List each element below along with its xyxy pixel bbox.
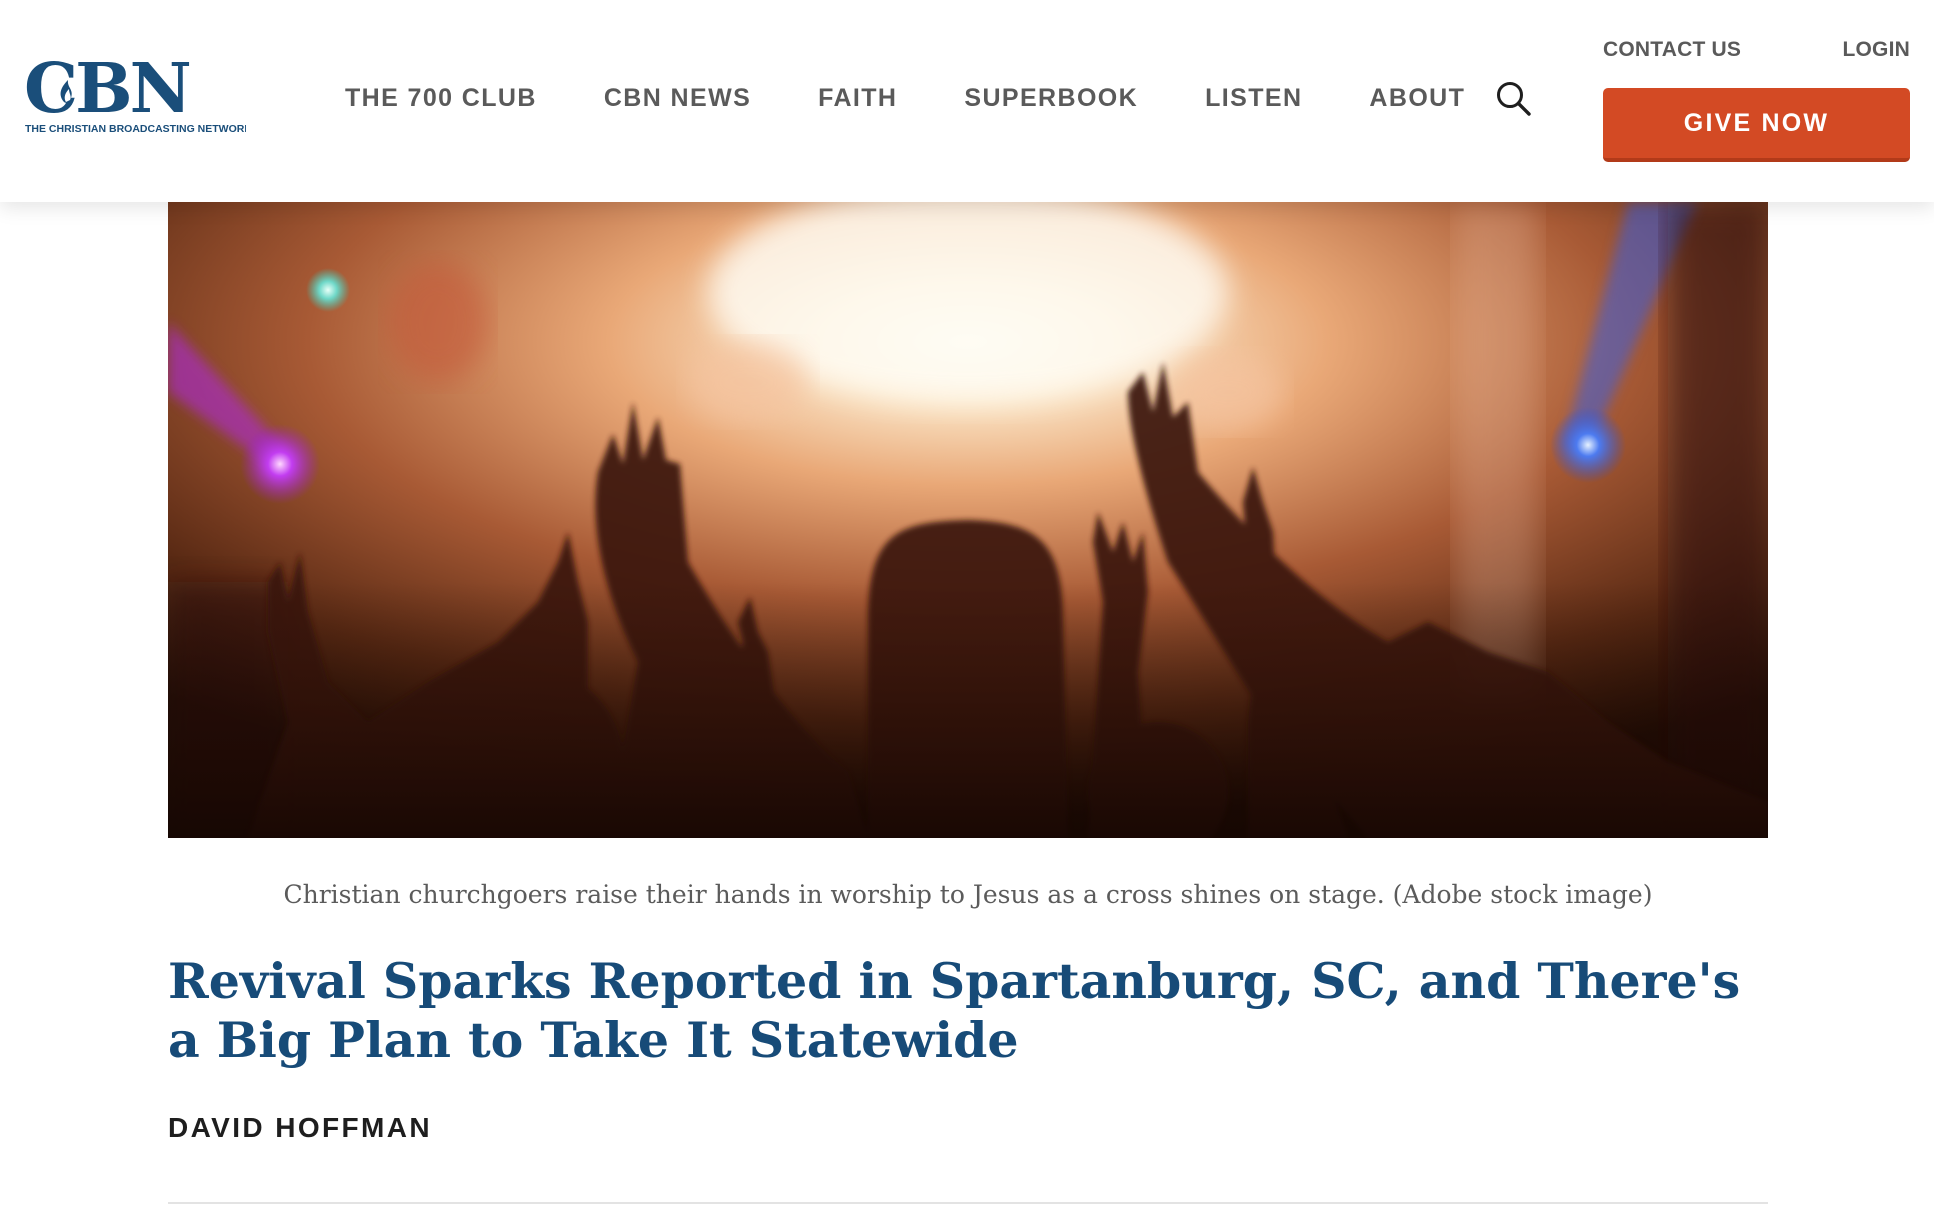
site-header: CBN THE CHRISTIAN BROADCASTING NETWORK T…: [0, 0, 1934, 202]
search-icon: [1497, 82, 1531, 116]
search-button[interactable]: [1495, 80, 1533, 118]
author-byline[interactable]: DAVID HOFFMAN: [168, 1112, 432, 1144]
nav-superbook[interactable]: SUPERBOOK: [964, 84, 1138, 113]
nav-listen[interactable]: LISTEN: [1205, 84, 1302, 113]
main-nav: THE 700 CLUB CBN NEWS FAITH SUPERBOOK LI…: [345, 78, 1465, 118]
nav-the-700-club[interactable]: THE 700 CLUB: [345, 84, 537, 113]
image-caption: Christian churchgoers raise their hands …: [283, 880, 1653, 909]
cbn-logo-mark: CBN THE CHRISTIAN BROADCASTING NETWORK: [24, 58, 246, 135]
logo-wordmark: CBN: [24, 58, 190, 129]
worship-photo: [168, 202, 1768, 838]
nav-about[interactable]: ABOUT: [1369, 84, 1465, 113]
divider: [168, 1202, 1768, 1204]
nav-faith[interactable]: FAITH: [818, 84, 897, 113]
logo-tagline: THE CHRISTIAN BROADCASTING NETWORK: [25, 123, 246, 135]
contact-us-link[interactable]: CONTACT US: [1603, 38, 1741, 62]
give-now-button[interactable]: GIVE NOW: [1603, 88, 1910, 162]
article-headline: Revival Sparks Reported in Spartanburg, …: [168, 952, 1741, 1069]
login-link[interactable]: LOGIN: [1843, 38, 1911, 62]
hero-image: [168, 202, 1768, 838]
cbn-logo[interactable]: CBN THE CHRISTIAN BROADCASTING NETWORK: [24, 58, 246, 138]
nav-cbn-news[interactable]: CBN NEWS: [604, 84, 751, 113]
